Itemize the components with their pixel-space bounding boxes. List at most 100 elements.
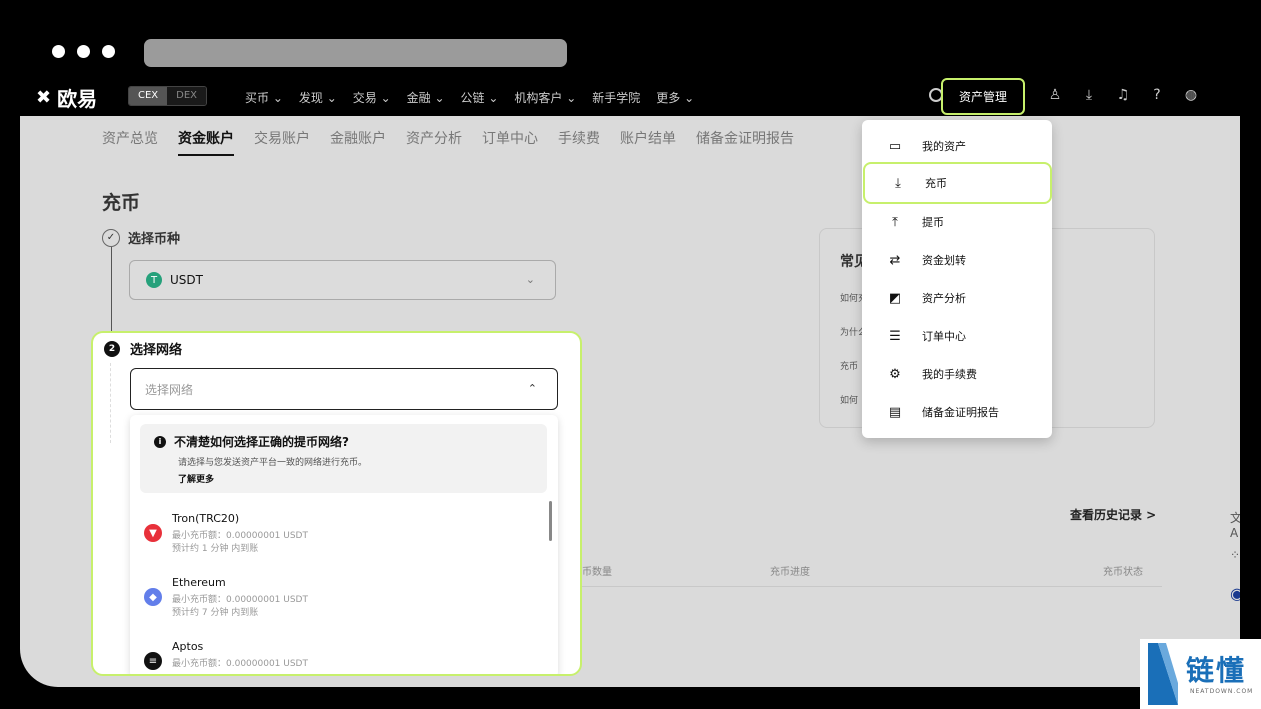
view-history-link[interactable]: 查看历史记录 > <box>1070 506 1156 523</box>
step-label: 选择网络 <box>130 343 183 358</box>
usdt-icon: T <box>146 272 162 288</box>
learn-more-link[interactable]: 了解更多 <box>178 472 214 485</box>
cex-dex-toggle[interactable]: CEX DEX <box>128 86 208 106</box>
help-title: i 不清楚如何选择正确的提币网络? <box>154 433 349 450</box>
chevron-down-icon: ⌄ <box>525 273 535 286</box>
network-dropdown: i 不清楚如何选择正确的提币网络? 请选择与您发送资产平台一致的网络进行充币。 … <box>130 415 558 674</box>
step-connector <box>111 247 112 334</box>
menu-item-transfer[interactable]: ⇄ 资金划转 <box>862 241 1052 279</box>
watermark-sub: NEATDOWN.COM <box>1190 688 1254 695</box>
menu-item-label: 资金划转 <box>922 254 966 267</box>
nav-menu-item[interactable]: 金融 ⌄ <box>407 89 445 106</box>
subnav-item[interactable]: 账户结单 <box>620 128 676 156</box>
report-icon: ▤ <box>888 404 902 420</box>
menu-item-reserve-report[interactable]: ▤ 储备金证明报告 <box>862 393 1052 431</box>
menu-item-label: 充币 <box>925 177 947 190</box>
chat-bot-icon[interactable]: ◉ <box>1230 584 1240 603</box>
nav-menu-item[interactable]: 公链 ⌄ <box>461 89 499 106</box>
ethereum-icon: ◆ <box>144 588 162 606</box>
asset-management-button[interactable]: 资产管理 <box>941 78 1025 115</box>
menu-item-label: 我的手续费 <box>922 368 977 381</box>
menu-item-fees[interactable]: ⚙ 我的手续费 <box>862 355 1052 393</box>
menu-item-label: 提币 <box>922 216 944 229</box>
cex-option[interactable]: CEX <box>129 87 168 105</box>
network-placeholder: 选择网络 <box>145 382 194 397</box>
network-option-tron[interactable]: ▼ Tron(TRC20) 最小充币额：0.00000001 USDT 预计约 … <box>142 512 522 558</box>
menu-item-my-assets[interactable]: ▭ 我的资产 <box>862 127 1052 165</box>
nav-menu-item[interactable]: 买币 ⌄ <box>245 89 283 106</box>
wallet-icon: ▭ <box>888 138 902 154</box>
faq-question[interactable]: 如何 <box>840 393 858 406</box>
brand-logo[interactable]: ✖ 欧易 <box>36 83 97 112</box>
menu-item-deposit[interactable]: ⤓ 充币 <box>863 162 1052 204</box>
step-number: 2 <box>104 340 120 357</box>
subnav-item[interactable]: 资产分析 <box>406 128 462 156</box>
menu-item-label: 储备金证明报告 <box>922 406 999 419</box>
chevron-up-icon: ⌃ <box>527 382 537 395</box>
help-icon[interactable]: ? <box>1148 86 1166 104</box>
subnav-item[interactable]: 订单中心 <box>482 128 538 156</box>
subnav-item[interactable]: 资产总览 <box>102 128 158 156</box>
step-check-icon: ✓ <box>102 228 120 247</box>
coin-select[interactable]: T USDT ⌄ <box>129 260 556 300</box>
network-option-aptos[interactable]: ≡ Aptos 最小充币额：0.00000001 USDT <box>142 640 522 674</box>
network-eta: 预计约 7 分钟 内到账 <box>172 608 259 618</box>
nav-menu-item[interactable]: 机构客户 ⌄ <box>514 89 576 106</box>
step-select-network: 2 选择网络 <box>104 339 182 358</box>
globe-icon[interactable]: ◍ <box>1182 86 1200 104</box>
nav-menu-item[interactable]: 发现 ⌄ <box>299 89 337 106</box>
network-select[interactable]: 选择网络 ⌃ <box>130 368 558 410</box>
step-connector <box>110 363 111 443</box>
help-title-text: 不清楚如何选择正确的提币网络? <box>174 435 349 449</box>
network-name: Ethereum <box>172 576 226 589</box>
menu-item-withdraw[interactable]: ⤒ 提币 <box>862 203 1052 241</box>
network-select-popup: 2 选择网络 选择网络 ⌃ i 不清楚如何选择正确的提币网络? 请选择与您发送资… <box>91 331 582 676</box>
menu-item-label: 订单中心 <box>922 330 966 343</box>
window-controls <box>52 45 115 58</box>
nav-menu-item[interactable]: 更多 ⌄ <box>656 89 694 106</box>
header-icons: ♙ ⤓ ♫ ? ◍ <box>1046 86 1200 104</box>
network-min: 最小充币额：0.00000001 USDT <box>172 659 308 669</box>
window-dot[interactable] <box>102 45 115 58</box>
window-dot[interactable] <box>52 45 65 58</box>
menu-item-label: 我的资产 <box>922 140 966 153</box>
subnav-item[interactable]: 手续费 <box>558 128 600 156</box>
faq-question[interactable]: 充币 <box>840 359 858 372</box>
network-option-ethereum[interactable]: ◆ Ethereum 最小充币额：0.00000001 USDT 预计约 7 分… <box>142 576 522 622</box>
user-icon[interactable]: ♙ <box>1046 86 1064 104</box>
aptos-icon: ≡ <box>144 652 162 670</box>
network-name: Tron(TRC20) <box>172 512 240 525</box>
watermark-badge: 链懂 NEATDOWN.COM <box>1140 639 1261 709</box>
download-icon[interactable]: ⤓ <box>1080 86 1098 104</box>
brand-name: 欧易 <box>57 87 98 111</box>
fee-icon: ⚙ <box>889 366 901 382</box>
menu-item-analysis[interactable]: ◩ 资产分析 <box>862 279 1052 317</box>
main-menu: 买币 ⌄ 发现 ⌄ 交易 ⌄ 金融 ⌄ 公链 ⌄ 机构客户 ⌄ 新手学院 更多 ⌄ <box>245 89 694 106</box>
network-eta: 预计约 1 分钟 内到账 <box>172 544 259 554</box>
subnav-item[interactable]: 资金账户 <box>178 128 234 156</box>
nav-menu-item[interactable]: 交易 ⌄ <box>353 89 391 106</box>
sub-nav: 资产总览 资金账户 交易账户 金融账户 资产分析 订单中心 手续费 账户结单 储备金证明报告 <box>102 128 794 156</box>
translate-icon[interactable]: 文A <box>1230 509 1240 540</box>
asset-management-menu: ▭ 我的资产 ⤓ 充币 ⤒ 提币 ⇄ 资金划转 ◩ 资产分析 ☰ 订单中心 ⚙ 我的手续费 ▤… <box>862 120 1052 438</box>
help-desc: 请选择与您发送资产平台一致的网络进行充币。 <box>178 458 368 468</box>
subnav-item[interactable]: 储备金证明报告 <box>696 128 794 156</box>
scrollbar[interactable] <box>549 501 552 541</box>
okx-logo-icon: ✖ <box>36 87 52 108</box>
bell-icon[interactable]: ♫ <box>1114 86 1132 104</box>
withdraw-icon: ⤒ <box>892 214 898 230</box>
col-header: 充币进度 <box>770 567 810 578</box>
dex-option[interactable]: DEX <box>167 87 207 105</box>
watermark-title: 链懂 <box>1186 654 1247 687</box>
network-min: 最小充币额：0.00000001 USDT <box>172 531 308 541</box>
url-bar[interactable] <box>144 39 567 67</box>
nav-menu-item[interactable]: 新手学院 <box>592 89 640 106</box>
menu-item-orders[interactable]: ☰ 订单中心 <box>862 317 1052 355</box>
subnav-item[interactable]: 金融账户 <box>330 128 386 156</box>
deposit-icon: ⤓ <box>895 175 901 191</box>
step-label: 选择币种 <box>128 232 181 247</box>
subnav-item[interactable]: 交易账户 <box>254 128 310 156</box>
window-dot[interactable] <box>77 45 90 58</box>
transfer-icon: ⇄ <box>889 252 901 268</box>
apps-icon[interactable]: ⁘ <box>1230 548 1240 562</box>
